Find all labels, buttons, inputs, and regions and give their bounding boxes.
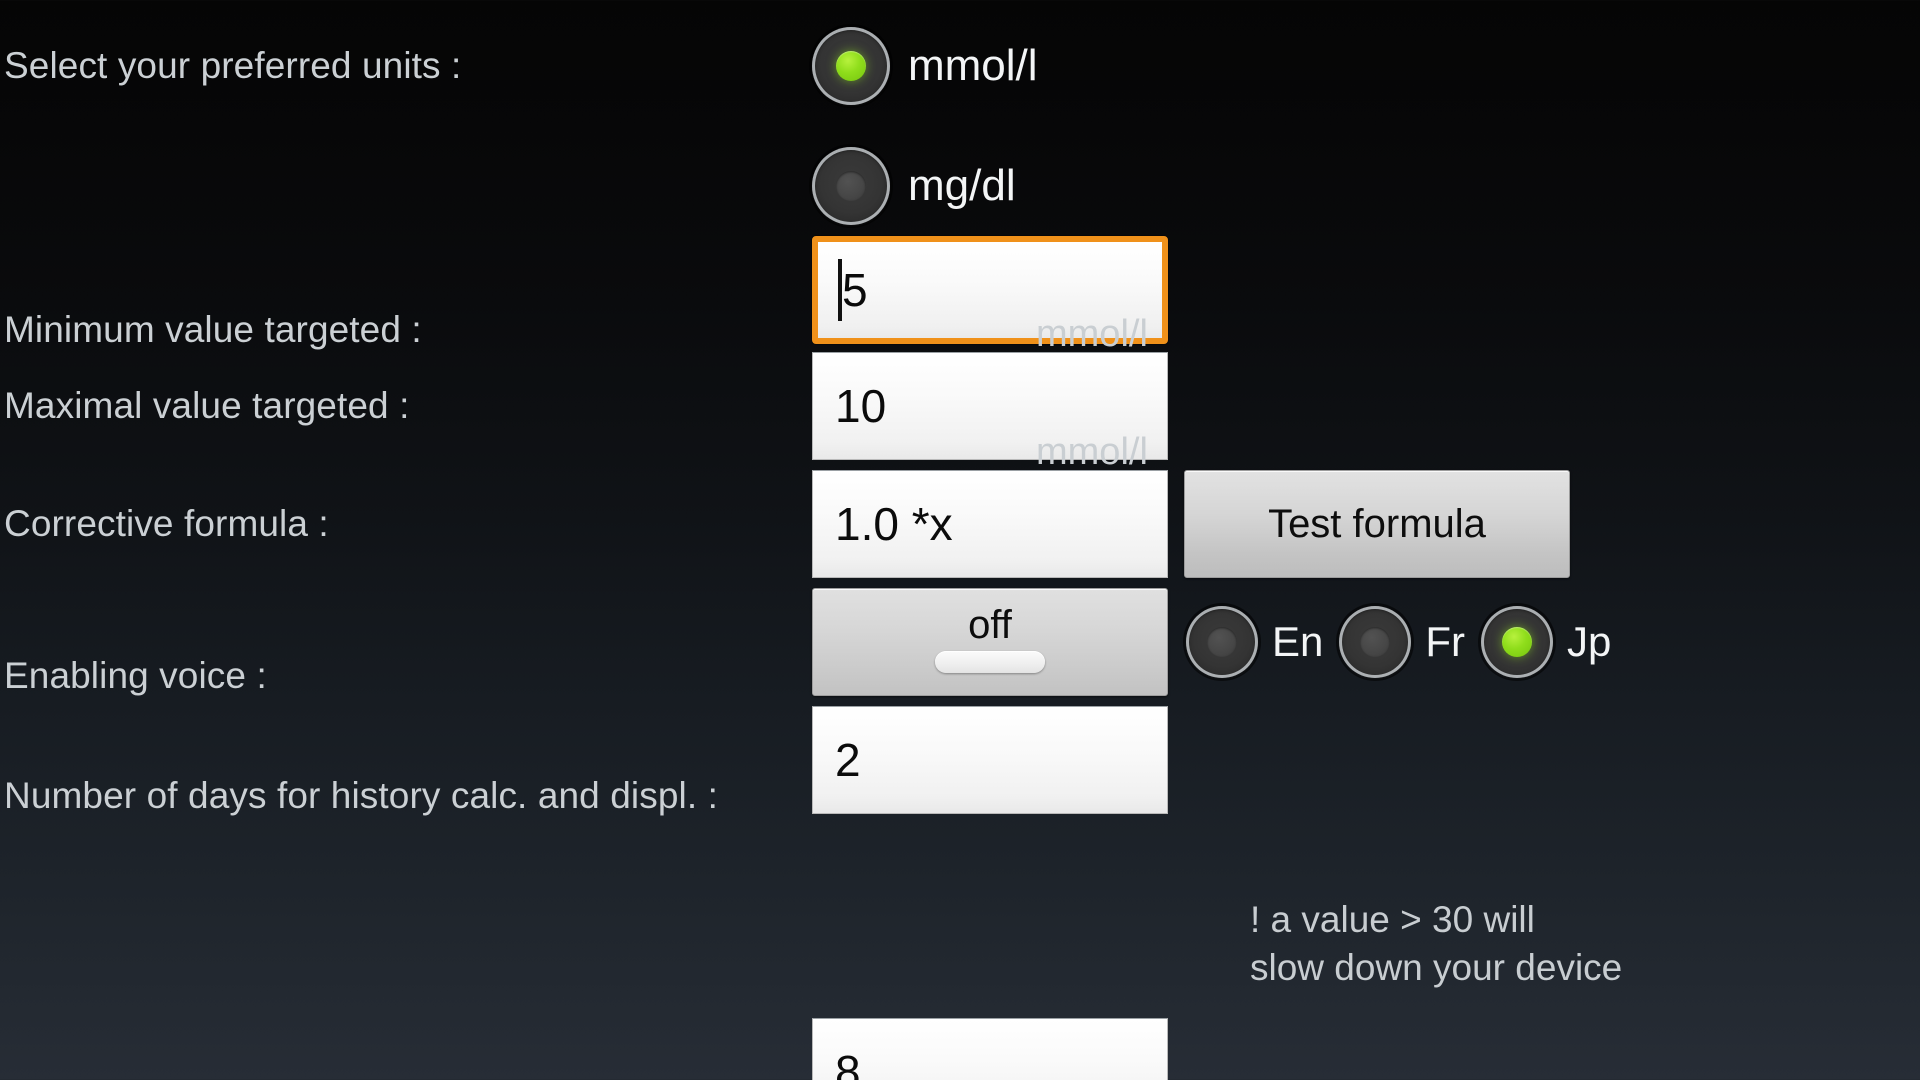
voice-language-en-label: En xyxy=(1272,618,1324,665)
units-option-mmol-label: mmol/l xyxy=(908,41,1038,90)
corrective-formula-row: Corrective formula : 1.0 *x Test formula xyxy=(0,470,1920,578)
maximal-value-text: 10 xyxy=(835,380,887,432)
units-row: Select your preferred units : mmol/l xyxy=(0,18,1920,114)
voice-language-fr[interactable]: Fr xyxy=(1339,606,1465,678)
voice-language-jp[interactable]: Jp xyxy=(1481,606,1611,678)
corrective-formula-text: 1.0 *x xyxy=(835,498,953,550)
units-option-mmol[interactable]: mmol/l xyxy=(812,27,1038,105)
voice-language-en[interactable]: En xyxy=(1186,606,1323,678)
minimum-value-unit: mmol/l xyxy=(1036,313,1148,355)
history-days-text: 2 xyxy=(835,734,861,786)
minimum-value-label: Minimum value targeted : xyxy=(4,308,422,350)
radio-en-icon[interactable] xyxy=(1186,606,1258,678)
units-row-secondary: mg/dl xyxy=(0,138,1920,234)
font-size-text: 8 xyxy=(835,1046,861,1080)
units-option-mgdl[interactable]: mg/dl xyxy=(812,147,1016,225)
radio-jp-icon[interactable] xyxy=(1481,606,1554,678)
minimum-value-row: Minimum value targeted : 5 xyxy=(0,236,1920,349)
radio-fr-icon[interactable] xyxy=(1339,606,1412,678)
history-days-row: Number of days for history calc. and dis… xyxy=(0,706,1920,816)
enabling-voice-label: Enabling voice : xyxy=(4,654,267,696)
font-size-input[interactable]: 8 xyxy=(812,1018,1168,1080)
enabling-voice-state: off xyxy=(968,603,1012,647)
minimum-value-text: 5 xyxy=(842,264,868,316)
units-option-mgdl-label: mg/dl xyxy=(908,161,1016,210)
history-days-warning: ! a value > 30 will slow down your devic… xyxy=(1250,899,1623,988)
voice-language-fr-label: Fr xyxy=(1425,618,1466,665)
history-days-input[interactable]: 2 xyxy=(812,706,1168,814)
test-formula-button[interactable]: Test formula xyxy=(1184,470,1570,578)
history-days-label: Number of days for history calc. and dis… xyxy=(4,774,718,816)
maximal-value-row: Maximal value targeted : 10 xyxy=(0,352,1920,460)
radio-mgdl-icon[interactable] xyxy=(812,147,890,225)
maximal-value-unit: mmol/l xyxy=(1036,431,1148,473)
corrective-formula-label: Corrective formula : xyxy=(4,502,329,544)
enabling-voice-row: Enabling voice : off En Fr Jp xyxy=(0,588,1920,696)
font-size-row: Font size : 8 xyxy=(0,1018,1920,1080)
toggle-thumb[interactable] xyxy=(935,651,1045,673)
units-label: Select your preferred units : xyxy=(4,44,462,86)
enabling-voice-toggle[interactable]: off xyxy=(812,588,1168,696)
corrective-formula-input[interactable]: 1.0 *x xyxy=(812,470,1168,578)
voice-language-jp-label: Jp xyxy=(1567,618,1612,665)
maximal-value-label: Maximal value targeted : xyxy=(4,384,410,426)
radio-mmol-icon[interactable] xyxy=(812,27,890,105)
